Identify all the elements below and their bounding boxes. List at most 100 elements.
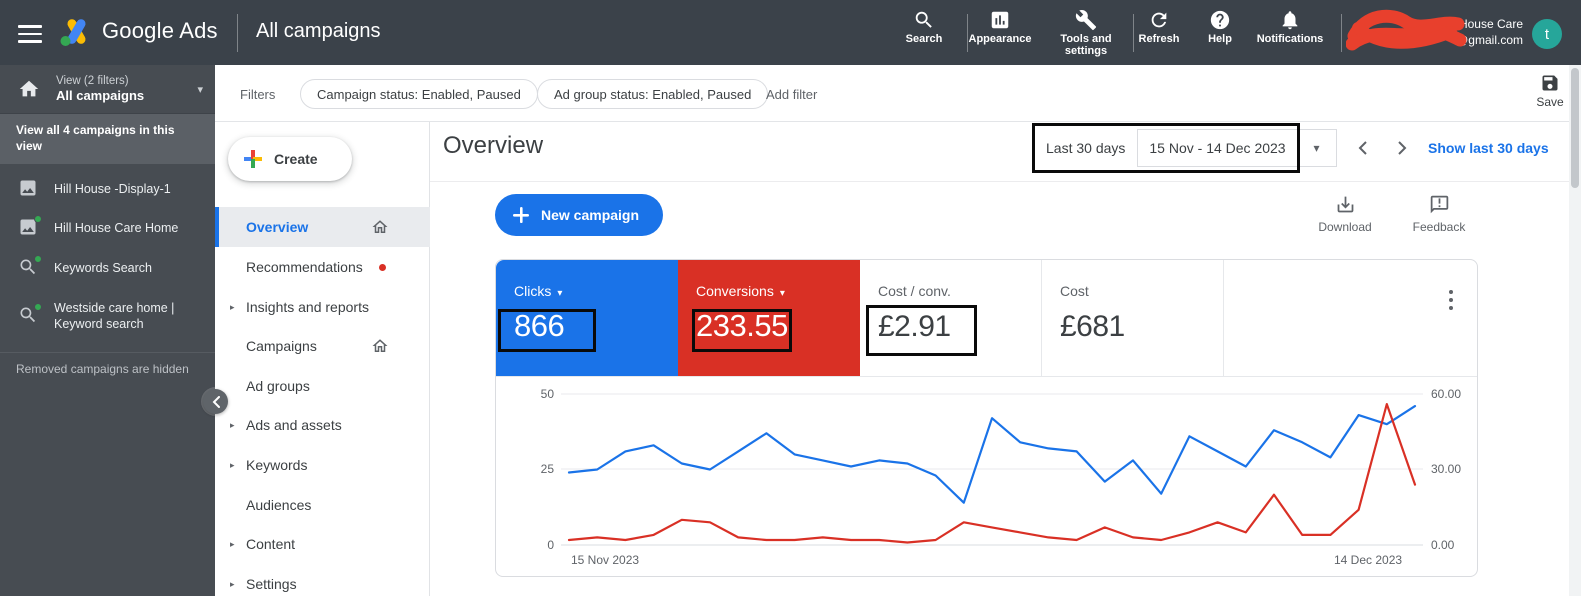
scorecard-cost-label: Cost [1060,283,1089,299]
chevron-down-icon: ▾ [557,288,562,299]
overview-card: Clicks▾ 866 Conversions▾ 233.55 Cost / c… [495,259,1478,577]
view-selector[interactable]: View (2 filters) All campaigns ▾ [0,65,215,114]
account-avatar[interactable]: t [1532,19,1562,49]
help-button[interactable]: Help [1195,9,1245,45]
scrollbar-thumb[interactable] [1571,68,1579,188]
notification-dot [379,264,386,271]
enabled-status-dot [34,255,42,263]
expand-caret-icon: ▸ [230,302,235,313]
tools-and-settings-button[interactable]: Tools and settings [1046,9,1126,57]
expand-caret-icon: ▸ [230,460,235,471]
scorecard-conversions-label[interactable]: Conversions▾ [696,283,785,299]
main-menu-icon[interactable] [18,20,42,48]
nav-item-campaigns[interactable]: Campaigns [215,326,430,366]
tools-icon [1075,9,1097,31]
help-icon [1209,9,1231,31]
date-range-selector[interactable]: 15 Nov - 14 Dec 2023 [1137,129,1298,167]
filters-label: Filters [240,87,275,102]
y-axis-tick-right: 30.00 [1431,462,1461,476]
new-campaign-button[interactable]: New campaign [495,194,663,236]
enabled-status-dot [34,303,42,311]
nav-item-ad-groups[interactable]: Ad groups [215,366,430,406]
refresh-button[interactable]: Refresh [1124,9,1194,45]
removed-campaigns-note: Removed campaigns are hidden [16,362,189,376]
expand-caret-icon: ▸ [230,579,235,590]
sidebar-campaign-hill-house-care-home[interactable]: Hill House Care Home [0,208,215,248]
search-icon [913,9,935,31]
header-divider [430,181,1581,182]
campaign-sidebar: View (2 filters) All campaigns ▾ View al… [0,65,215,596]
scorecard-cost-value: £681 [1060,310,1125,344]
scorecard-cost[interactable]: Cost £681 [1042,260,1224,376]
nav-item-audiences[interactable]: Audiences [215,485,430,525]
expand-caret-icon: ▸ [230,420,235,431]
filter-chip-ad-group-status[interactable]: Ad group status: Enabled, Paused [537,79,768,109]
scorecard-clicks-value: 866 [514,308,564,344]
download-icon [1335,194,1356,215]
notifications-button[interactable]: Notifications [1249,9,1331,45]
nav-item-recommendations[interactable]: Recommendations [215,247,430,287]
scorecard-clicks-label[interactable]: Clicks▾ [514,283,562,299]
show-last-30-days-link[interactable]: Show last 30 days [1428,140,1549,156]
nav-item-insights-and-reports[interactable]: ▸ Insights and reports [215,287,430,327]
y-axis-tick-left: 50 [526,387,554,401]
filter-chip-campaign-status[interactable]: Campaign status: Enabled, Paused [300,79,538,109]
create-button[interactable]: Create [228,137,352,181]
topbar: Google Ads All campaigns Search Appearan… [0,0,1581,65]
view-subtitle: All campaigns [56,88,144,104]
filter-bar: Filters Campaign status: Enabled, Paused… [215,65,1581,122]
google-ads-logo-icon [58,16,94,48]
chevron-down-icon: ▾ [1313,141,1319,155]
page-nav-panel: Create Overview Recommendations ▸ Insigh… [215,122,430,596]
nav-item-ads-and-assets[interactable]: ▸ Ads and assets [215,405,430,445]
display-campaign-icon [18,178,40,200]
home-icon [371,218,389,236]
scorecard-cost-per-conv-label: Cost / conv. [878,283,951,299]
date-preset-label[interactable]: Last 30 days [1046,140,1125,156]
notifications-icon [1279,9,1301,31]
google-ads-app: Google Ads All campaigns Search Appearan… [0,0,1581,596]
enabled-status-dot [34,215,42,223]
home-icon [18,78,40,100]
sidebar-campaign-westside-care-home[interactable]: Westside care home | Keyword search [0,288,215,344]
card-menu-button[interactable] [1441,288,1461,314]
scorecard-cost-per-conv[interactable]: Cost / conv. £2.91 [860,260,1042,376]
nav-item-settings[interactable]: ▸ Settings [215,564,430,596]
scorecard-clicks[interactable]: Clicks▾ 866 [496,260,678,376]
y-axis-tick-left: 25 [526,462,554,476]
overview-chart[interactable] [561,384,1423,554]
scorecard-conversions[interactable]: Conversions▾ 233.55 [678,260,860,376]
chevron-left-icon [1358,141,1367,155]
y-axis-tick-left: 0 [526,538,554,552]
chart-line-clicks [569,406,1415,503]
collapse-sidebar-button[interactable] [203,389,228,414]
scorecard-cost-per-conv-value: £2.91 [878,310,951,344]
nav-item-content[interactable]: ▸ Content [215,524,430,564]
date-range-dropdown[interactable]: ▾ [1297,129,1337,167]
scorecard-row: Clicks▾ 866 Conversions▾ 233.55 Cost / c… [496,260,1477,377]
save-filter-button[interactable]: Save [1527,73,1573,109]
topbar-divider [237,14,238,52]
scorecard-conversions-value: 233.55 [696,308,788,344]
nav-item-overview[interactable]: Overview [215,207,430,247]
add-filter-button[interactable]: Add filter [766,87,817,102]
download-button[interactable]: Download [1312,194,1378,234]
next-period-button[interactable] [1388,134,1416,162]
previous-period-button[interactable] [1348,134,1376,162]
nav-item-keywords[interactable]: ▸ Keywords [215,445,430,485]
page-context-label: All campaigns [256,20,381,43]
home-icon [371,337,389,355]
search-button[interactable]: Search [894,9,954,45]
redaction-scribble [1346,6,1468,60]
sidebar-campaign-keywords-search[interactable]: Keywords Search [0,248,215,288]
kebab-menu-icon [1441,288,1461,314]
feedback-button[interactable]: Feedback [1406,194,1472,234]
appearance-icon [989,9,1011,31]
x-axis-end-label: 14 Dec 2023 [1334,553,1402,567]
chevron-left-icon [212,396,220,408]
appearance-button[interactable]: Appearance [960,9,1040,45]
x-axis-start-label: 15 Nov 2023 [571,553,639,567]
y-axis-tick-right: 60.00 [1431,387,1461,401]
sidebar-campaign-hill-house-display[interactable]: Hill House -Display-1 [0,170,215,208]
view-title: View (2 filters) [56,74,144,88]
